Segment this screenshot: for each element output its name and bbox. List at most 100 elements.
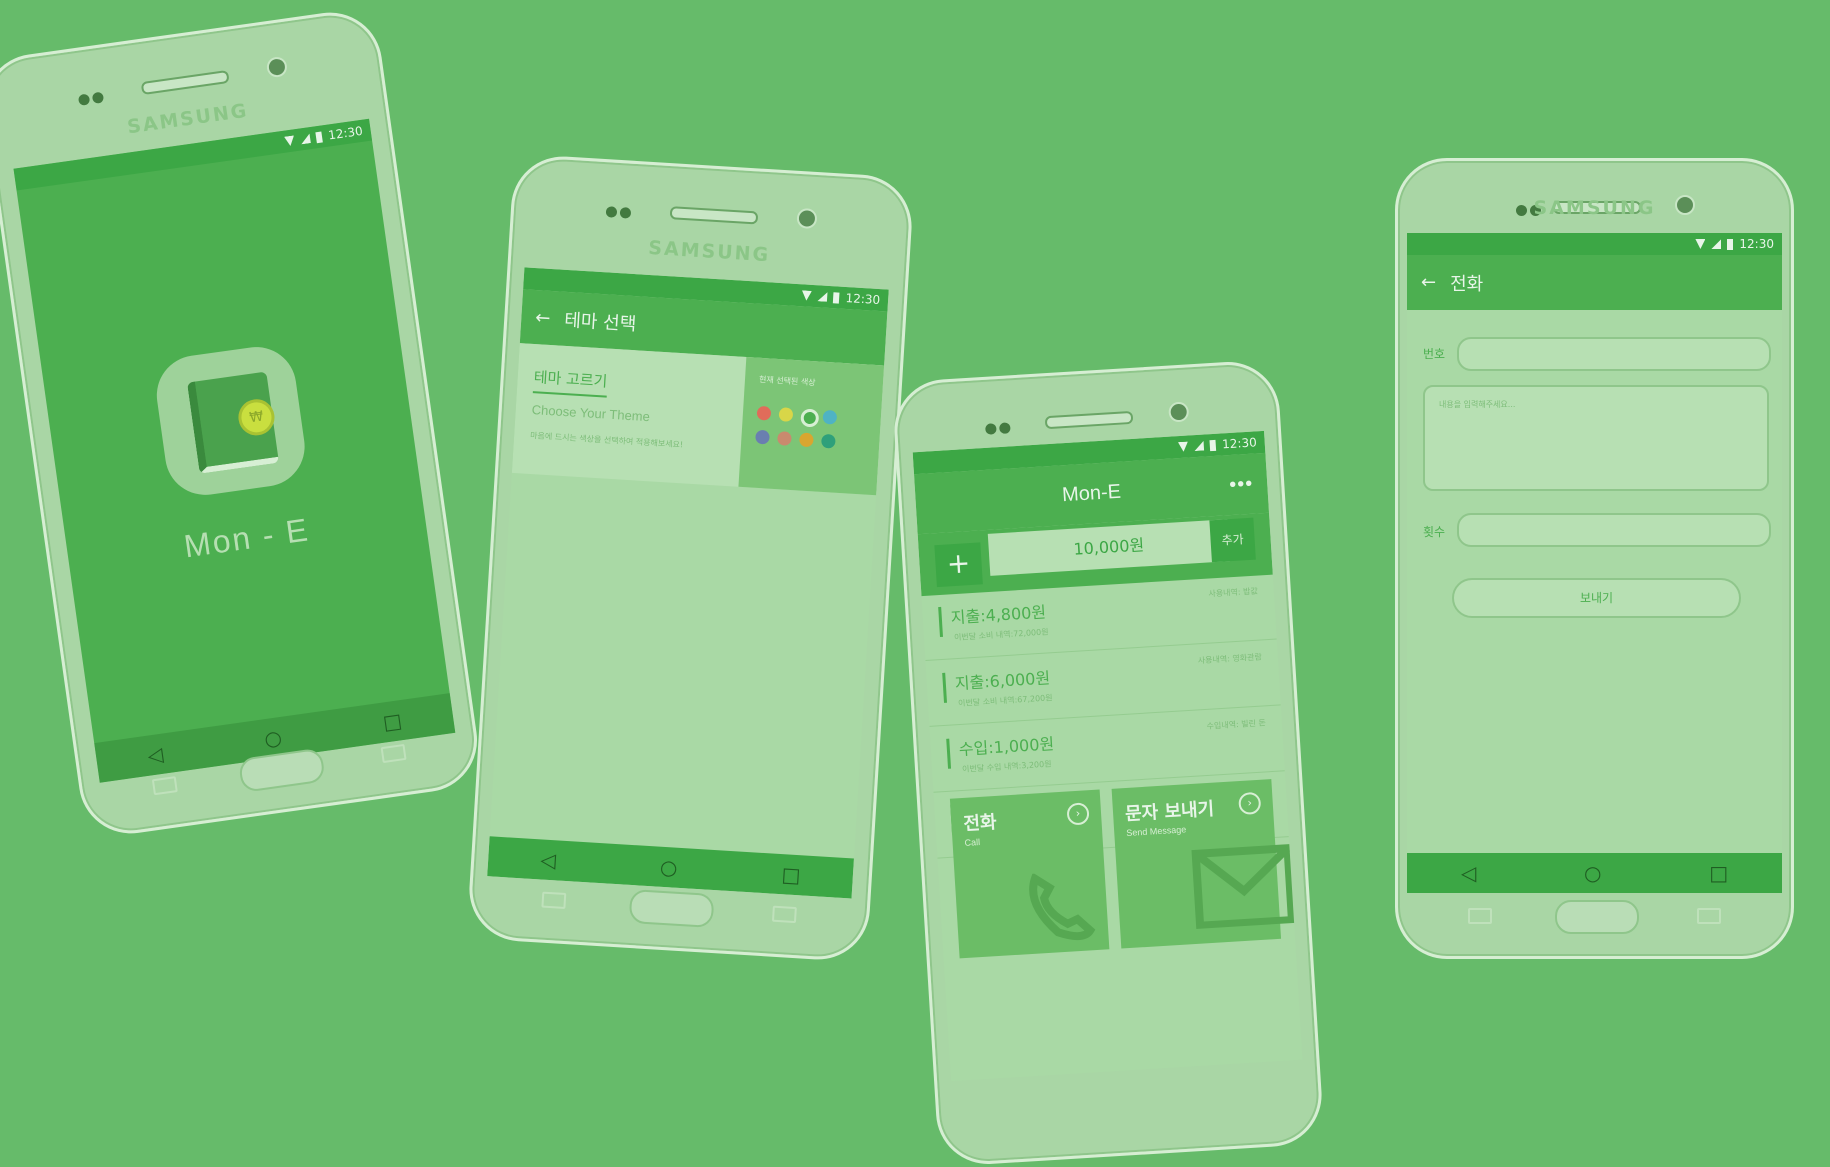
nav-recent-icon[interactable]: □ <box>381 708 403 734</box>
entry-bar <box>942 672 948 703</box>
recent-softkey <box>151 776 178 796</box>
message-field[interactable]: 내용을 입력해주세요... <box>1423 385 1769 491</box>
chevron-right-icon: › <box>1238 791 1262 816</box>
sensor-dots <box>77 87 106 106</box>
chevron-right-icon: › <box>1066 802 1090 826</box>
status-time: 12:30 <box>1739 237 1774 251</box>
color-swatch[interactable] <box>800 408 820 428</box>
phone-call: SAMSUNG 12:30 ← 전화 번호 내용을 입력해주세요... 횟수 보… <box>1395 158 1794 959</box>
entry-bar <box>946 738 952 769</box>
message-tile-subtitle: Send Message <box>1126 824 1187 839</box>
main-screen: 12:30 Mon-E ••• + 10,000원 추가 지출:4,800원 이번… <box>912 430 1303 1082</box>
phone-splash: SAMSUNG 12:30 ₩ Mon - E ◁ ○ □ <box>0 5 484 841</box>
back-softkey <box>380 743 407 764</box>
nav-recent-icon[interactable]: □ <box>1709 861 1728 885</box>
back-arrow-icon[interactable]: ← <box>535 307 551 329</box>
page-title: Mon-E <box>1061 480 1122 507</box>
back-softkey <box>771 905 797 924</box>
color-swatch[interactable] <box>755 429 770 445</box>
entry-summary: 이번달 소비 내역:67,200원 <box>957 693 1053 709</box>
status-time: 12:30 <box>1221 435 1258 452</box>
color-swatch[interactable] <box>820 433 836 449</box>
nav-back-icon[interactable]: ◁ <box>540 847 557 872</box>
recent-softkey <box>1468 908 1492 924</box>
call-tile[interactable]: 전화 Call › <box>949 789 1110 959</box>
nav-recent-icon[interactable]: □ <box>781 862 801 887</box>
app-name: Mon - E <box>181 511 312 565</box>
brand-logo: SAMSUNG <box>647 236 771 267</box>
message-tile-title: 문자 보내기 <box>1124 798 1215 826</box>
recent-softkey <box>541 891 567 910</box>
message-tile[interactable]: 문자 보내기 Send Message › <box>1111 779 1296 949</box>
wifi-icon <box>1178 442 1189 453</box>
call-tile-title: 전화 <box>962 811 998 835</box>
number-field[interactable] <box>1457 337 1771 371</box>
battery-icon <box>315 130 324 143</box>
more-icon[interactable]: ••• <box>1227 454 1255 515</box>
nav-home-icon[interactable]: ○ <box>659 855 678 880</box>
brand-logo: SAMSUNG <box>1533 197 1656 219</box>
entry-bar <box>938 606 943 638</box>
status-time: 12:30 <box>845 290 881 308</box>
wifi-icon <box>1695 239 1706 249</box>
send-button[interactable]: 보내기 <box>1452 578 1741 618</box>
sensor-dots <box>605 202 635 219</box>
nav-back-icon[interactable]: ◁ <box>146 742 165 768</box>
current-color-label: 현재 선택된 색상 <box>758 374 816 388</box>
theme-card: 테마 고르기 Choose Your Theme 마음에 드시는 색상을 선택하… <box>511 343 885 496</box>
speaker-grille <box>669 206 758 225</box>
entry-summary: 이번달 소비 내역:72,000원 <box>953 627 1049 643</box>
splash-screen: 12:30 ₩ Mon - E ◁ ○ □ <box>13 118 456 783</box>
home-key[interactable] <box>628 888 715 928</box>
entry-tag: 수입내역: 빌린 돈 <box>1206 718 1267 731</box>
color-swatch[interactable] <box>778 407 794 422</box>
color-swatch[interactable] <box>822 409 838 425</box>
signal-icon <box>300 133 311 144</box>
number-label: 번호 <box>1423 347 1446 361</box>
app-logo: ₩ <box>151 341 310 501</box>
signal-icon <box>817 291 828 302</box>
amount-input[interactable]: 10,000원 <box>987 519 1230 576</box>
battery-icon <box>833 291 840 304</box>
count-field[interactable] <box>1457 513 1771 547</box>
app-bar: ← 전화 <box>1407 255 1782 310</box>
front-camera <box>1168 401 1190 423</box>
add-icon-button[interactable]: + <box>934 542 983 588</box>
envelope-icon <box>1191 843 1296 929</box>
front-camera <box>265 55 289 79</box>
add-button[interactable]: 추가 <box>1209 517 1256 563</box>
call-screen: 12:30 ← 전화 번호 내용을 입력해주세요... 횟수 보내기 ◁ ○ □ <box>1407 233 1782 893</box>
phone-icon <box>1029 872 1096 941</box>
message-placeholder: 내용을 입력해주세요... <box>1439 400 1516 409</box>
theme-card-desc: 마음에 드시는 색상을 선택하여 적용해보세요! <box>529 430 684 450</box>
nav-bar: ◁ ○ □ <box>1407 853 1782 893</box>
nav-home-icon[interactable]: ○ <box>1584 861 1601 885</box>
nav-home-icon[interactable]: ○ <box>263 725 284 751</box>
page-title: 테마 선택 <box>563 309 637 336</box>
status-bar: 12:30 <box>1407 233 1782 255</box>
color-swatch[interactable] <box>777 431 792 446</box>
speaker-grille <box>1044 410 1134 430</box>
entry-amount: 지출:6,000원 <box>954 668 1051 694</box>
back-softkey <box>1697 908 1721 924</box>
entry-amount: 수입:1,000원 <box>958 734 1055 760</box>
color-swatch[interactable] <box>756 405 772 421</box>
home-key[interactable] <box>1554 900 1639 934</box>
battery-icon <box>1209 439 1217 451</box>
entry-tag: 사용내역: 영화관람 <box>1197 652 1263 666</box>
phone-main: 12:30 Mon-E ••• + 10,000원 추가 지출:4,800원 이번… <box>891 358 1325 1167</box>
entry-tag: 사용내역: 밥값 <box>1208 586 1259 599</box>
phone-theme: SAMSUNG 12:30 ← 테마 선택 테마 고르기 Choose Your… <box>466 153 915 963</box>
front-camera <box>796 207 818 230</box>
sensor-dots <box>985 418 1014 435</box>
wifi-icon <box>801 290 812 301</box>
nav-back-icon[interactable]: ◁ <box>1461 861 1476 885</box>
battery-icon <box>1727 238 1734 250</box>
color-swatch[interactable] <box>799 432 814 448</box>
entry-amount: 지출:4,800원 <box>950 602 1047 628</box>
theme-screen: 12:30 ← 테마 선택 테마 고르기 Choose Your Theme 마… <box>487 267 889 899</box>
wifi-icon <box>284 135 295 146</box>
back-arrow-icon[interactable]: ← <box>1421 272 1436 293</box>
theme-card-title: 테마 고르기 <box>532 366 609 398</box>
call-tile-subtitle: Call <box>964 836 981 848</box>
